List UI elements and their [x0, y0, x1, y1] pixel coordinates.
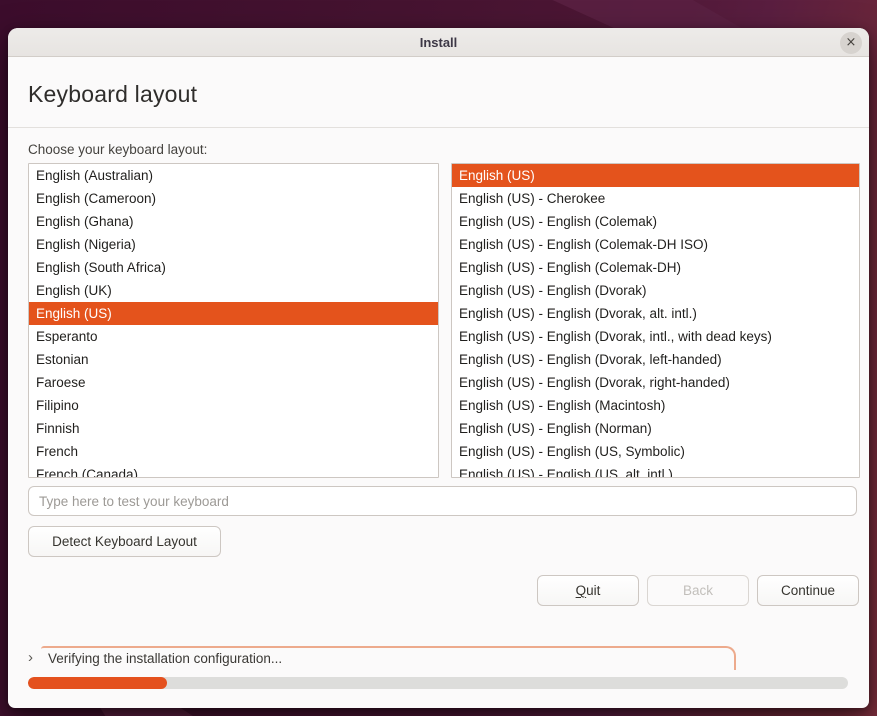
list-item[interactable]: English (Cameroon)	[29, 187, 438, 210]
choose-layout-label: Choose your keyboard layout:	[28, 142, 860, 157]
list-item[interactable]: French (Canada)	[29, 463, 438, 478]
progress-bar-fill	[28, 677, 167, 689]
list-item[interactable]: Finnish	[29, 417, 438, 440]
list-item[interactable]: English (US)	[29, 302, 438, 325]
content-area: Choose your keyboard layout: English (Au…	[8, 128, 869, 689]
list-item[interactable]: English (US) - English (Dvorak, intl., w…	[452, 325, 859, 348]
keyboard-variant-list[interactable]: English (US)English (US) - CherokeeEngli…	[451, 163, 860, 478]
status-row: › Verifying the installation configurati…	[28, 646, 860, 670]
back-button[interactable]: Back	[647, 575, 749, 606]
keyboard-layout-list[interactable]: English (Australian)English (Cameroon)En…	[28, 163, 439, 478]
list-item[interactable]: English (Australian)	[29, 164, 438, 187]
list-item[interactable]: English (Nigeria)	[29, 233, 438, 256]
list-item[interactable]: English (US) - English (Macintosh)	[452, 394, 859, 417]
close-icon[interactable]: ×	[840, 32, 862, 54]
page-title: Keyboard layout	[28, 81, 849, 108]
installer-window: Install × Keyboard layout Choose your ke…	[8, 28, 869, 708]
list-item[interactable]: Estonian	[29, 348, 438, 371]
list-item[interactable]: English (US) - English (Norman)	[452, 417, 859, 440]
list-item[interactable]: English (US)	[452, 164, 859, 187]
quit-label-rest: uit	[586, 583, 600, 598]
list-item[interactable]: English (US) - English (US, alt. intl.)	[452, 463, 859, 478]
list-item[interactable]: English (US) - English (Dvorak, alt. int…	[452, 302, 859, 325]
heading-block: Keyboard layout	[8, 57, 869, 127]
list-item[interactable]: Filipino	[29, 394, 438, 417]
list-item[interactable]: English (South Africa)	[29, 256, 438, 279]
detect-keyboard-layout-button[interactable]: Detect Keyboard Layout	[28, 526, 221, 557]
list-item[interactable]: English (US) - English (US, Symbolic)	[452, 440, 859, 463]
titlebar[interactable]: Install ×	[8, 28, 869, 57]
list-item[interactable]: English (US) - English (Dvorak, right-ha…	[452, 371, 859, 394]
window-title: Install	[420, 35, 458, 50]
list-item[interactable]: English (US) - English (Colemak)	[452, 210, 859, 233]
continue-button[interactable]: Continue	[757, 575, 859, 606]
list-item[interactable]: Esperanto	[29, 325, 438, 348]
list-item[interactable]: English (US) - English (Colemak-DH)	[452, 256, 859, 279]
expander-chevron-icon[interactable]: ›	[28, 648, 40, 668]
progress-bar	[28, 677, 848, 689]
list-item[interactable]: English (Ghana)	[29, 210, 438, 233]
list-item[interactable]: English (US) - English (Colemak-DH ISO)	[452, 233, 859, 256]
list-item[interactable]: Faroese	[29, 371, 438, 394]
lists-container: English (Australian)English (Cameroon)En…	[28, 163, 860, 478]
quit-mnemonic: Q	[576, 583, 587, 598]
action-button-row: Quit Back Continue	[28, 575, 860, 606]
list-item[interactable]: English (US) - English (Dvorak, left-han…	[452, 348, 859, 371]
list-item[interactable]: English (UK)	[29, 279, 438, 302]
list-item[interactable]: French	[29, 440, 438, 463]
status-frame: Verifying the installation configuration…	[41, 646, 736, 670]
keyboard-test-input[interactable]	[28, 486, 857, 516]
quit-button[interactable]: Quit	[537, 575, 639, 606]
list-item[interactable]: English (US) - English (Dvorak)	[452, 279, 859, 302]
list-item[interactable]: English (US) - Cherokee	[452, 187, 859, 210]
status-text: Verifying the installation configuration…	[48, 651, 282, 666]
